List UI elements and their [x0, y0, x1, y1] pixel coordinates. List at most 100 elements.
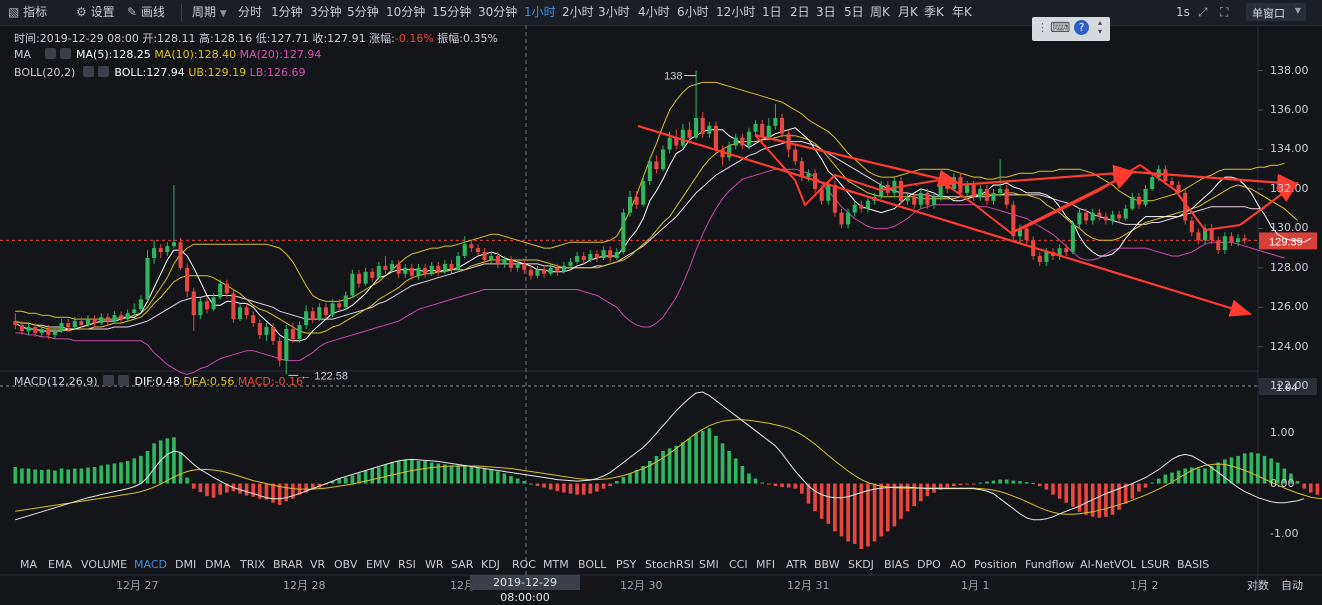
candle-body — [204, 301, 210, 310]
period-tab[interactable]: 15分钟 — [432, 0, 471, 25]
period-tab[interactable]: 季K — [924, 0, 944, 25]
macd-bar — [72, 468, 77, 484]
macd-bar — [991, 480, 996, 484]
indicator-tab[interactable]: ROC — [512, 558, 536, 571]
candle-body — [482, 252, 487, 260]
indicator-tab[interactable]: VR — [310, 558, 325, 571]
macd-bar — [866, 483, 870, 547]
macd-settings-icon[interactable] — [103, 375, 115, 386]
candle-body — [898, 181, 904, 201]
candle-body — [59, 323, 64, 331]
period-tab[interactable]: 年K — [952, 0, 972, 25]
candle-body — [588, 254, 593, 260]
period-tab[interactable]: 分时 — [238, 0, 262, 25]
period-tab[interactable]: 3日 — [816, 0, 836, 25]
indicator-tab[interactable]: VOLUME — [81, 558, 127, 571]
macd-bar — [449, 465, 454, 484]
indicator-tab[interactable]: MA — [20, 558, 37, 571]
period-tab[interactable]: 2小时 — [562, 0, 594, 25]
candle-body — [1242, 238, 1247, 241]
indicator-tab[interactable]: BRAR — [273, 558, 303, 571]
period-tab[interactable]: 2日 — [790, 0, 810, 25]
indicator-tab[interactable]: CCI — [729, 558, 748, 571]
indicator-tab[interactable]: RSI — [398, 558, 416, 571]
period-tab[interactable]: 10分钟 — [386, 0, 425, 25]
help-icon[interactable]: ? — [1074, 20, 1089, 35]
indicator-tab[interactable]: BBW — [814, 558, 840, 571]
macd-bar — [720, 443, 725, 484]
candle-body — [19, 325, 24, 331]
indicator-tab[interactable]: DMA — [205, 558, 231, 571]
time-axis-label: 1月 2 — [1130, 579, 1159, 592]
indicator-tab[interactable]: PSY — [616, 558, 636, 571]
period-dropdown[interactable]: 周期 ▼ — [192, 0, 227, 25]
ma-settings-icon[interactable] — [44, 48, 56, 59]
period-tab[interactable]: 月K — [898, 0, 918, 25]
indicator-tab[interactable]: OBV — [334, 558, 357, 571]
candle-body — [998, 188, 1003, 193]
settings-button[interactable]: ⚙ 设置 — [76, 0, 115, 25]
indicator-tab[interactable]: SAR — [451, 558, 473, 571]
indicator-tab[interactable]: Position — [974, 558, 1017, 571]
indicator-tab[interactable]: DPO — [917, 558, 941, 571]
auto-scale-button[interactable]: 自动 — [1281, 577, 1303, 593]
indicators-button[interactable]: ▧ 指标 — [8, 0, 47, 25]
indicator-tab[interactable]: LSUR — [1141, 558, 1170, 571]
period-tab[interactable]: 4小时 — [638, 0, 670, 25]
period-tab[interactable]: 5分钟 — [347, 0, 379, 25]
indicator-tab[interactable]: AI-NetVOL — [1080, 558, 1136, 571]
indicator-tab[interactable]: AO — [950, 558, 966, 571]
indicator-tab[interactable]: Fundflow — [1025, 558, 1074, 571]
interval-label[interactable]: 1s — [1176, 0, 1190, 25]
period-tab[interactable]: 1小时 — [524, 0, 556, 25]
period-tab[interactable]: 3分钟 — [310, 0, 342, 25]
indicator-tab[interactable]: DMI — [175, 558, 196, 571]
macd-bar — [608, 483, 612, 487]
period-tab[interactable]: 30分钟 — [478, 0, 517, 25]
indicator-tab[interactable]: MTM — [543, 558, 569, 571]
indicator-tab[interactable]: ATR — [786, 558, 807, 571]
period-tab[interactable]: 5日 — [844, 0, 864, 25]
period-tab[interactable]: 3小时 — [598, 0, 630, 25]
chart-canvas[interactable]: 129.391.94138← 122.58 — [0, 25, 1322, 590]
candle-body — [1169, 181, 1175, 185]
indicator-tab[interactable]: SKDJ — [848, 558, 874, 571]
macd-hide-icon[interactable] — [118, 375, 130, 386]
ma-hide-icon[interactable] — [59, 48, 71, 59]
indicator-tab[interactable]: MFI — [756, 558, 775, 571]
period-tab[interactable]: 1分钟 — [271, 0, 303, 25]
stepper-icon[interactable]: ▴ ▾ — [1098, 18, 1102, 36]
indicator-tab[interactable]: StochRSI — [645, 558, 694, 571]
expand-icon[interactable]: ⛶ — [1220, 0, 1228, 25]
period-tab[interactable]: 12小时 — [716, 0, 755, 25]
indicator-tab[interactable]: EMV — [366, 558, 390, 571]
candle-body — [1070, 224, 1075, 253]
indicator-tab[interactable]: BIAS — [884, 558, 909, 571]
indicator-tab[interactable]: EMA — [48, 558, 72, 571]
macd-bar — [819, 483, 824, 519]
candle-body — [601, 250, 606, 258]
macd-bar — [1249, 452, 1254, 484]
draw-button[interactable]: ✎ 画线 — [127, 0, 165, 25]
indicator-tab[interactable]: WR — [425, 558, 444, 571]
indicator-tab[interactable]: TRIX — [240, 558, 265, 571]
period-tab[interactable]: 周K — [870, 0, 890, 25]
indicator-tab[interactable]: BOLL — [578, 558, 606, 571]
candle-body — [1123, 208, 1128, 219]
period-tab[interactable]: 6小时 — [677, 0, 709, 25]
fullscreen-icon[interactable]: ⤢ — [1198, 0, 1208, 25]
boll-hide-icon[interactable] — [97, 66, 109, 77]
indicator-tab[interactable]: KDJ — [481, 558, 500, 571]
indicator-tab[interactable]: SMI — [699, 558, 719, 571]
macd-bar — [198, 483, 203, 493]
macd-bar — [165, 438, 170, 484]
candle-body — [1229, 236, 1234, 243]
boll-settings-icon[interactable] — [82, 66, 94, 77]
period-tab[interactable]: 1日 — [762, 0, 782, 25]
log-scale-button[interactable]: 对数 — [1247, 577, 1269, 593]
indicator-tab[interactable]: BASIS — [1177, 558, 1209, 571]
keyboard-icon[interactable]: ⌨ — [1050, 20, 1070, 36]
indicator-tab[interactable]: MACD — [134, 558, 167, 571]
window-mode-dropdown[interactable]: 单窗口 ▼ — [1246, 3, 1306, 21]
candle-body — [852, 204, 857, 213]
